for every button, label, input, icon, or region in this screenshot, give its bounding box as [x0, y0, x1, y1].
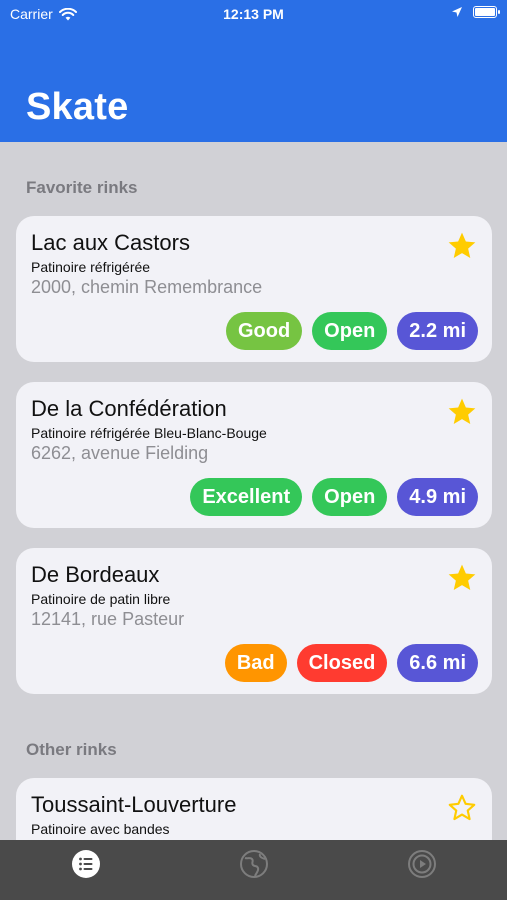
rink-badges: Excellent Open 4.9 mi [190, 478, 478, 516]
page-title: Skate [26, 86, 129, 128]
status-right [451, 6, 500, 18]
rink-type: Patinoire de patin libre [31, 591, 171, 607]
rink-name: De la Confédération [31, 396, 227, 421]
location-arrow-icon [452, 7, 462, 17]
distance-badge: 2.2 mi [397, 312, 478, 350]
status-bar: Carrier 12:13 PM [0, 0, 507, 30]
rink-type: Patinoire avec bandes [31, 821, 170, 837]
star-outline-icon[interactable] [446, 792, 478, 824]
rink-address: 12141, rue Pasteur [31, 609, 185, 629]
rink-card[interactable]: Lac aux Castors Patinoire réfrigérée 200… [16, 216, 492, 362]
rink-name: Lac aux Castors [31, 230, 190, 255]
rink-card[interactable]: De Bordeaux Patinoire de patin libre 121… [16, 548, 492, 694]
rink-name: Toussaint-Louverture [31, 792, 237, 817]
rink-type: Patinoire réfrigérée [31, 259, 151, 275]
rink-card[interactable]: De la Confédération Patinoire réfrigérée… [16, 382, 492, 528]
status-badge: Open [312, 478, 388, 516]
condition-badge: Excellent [190, 478, 303, 516]
star-filled-icon[interactable] [446, 230, 478, 262]
star-filled-icon[interactable] [446, 396, 478, 428]
distance-badge: 4.9 mi [397, 478, 478, 516]
section-title-others: Other rinks [26, 740, 117, 759]
rink-card[interactable]: Toussaint-Louverture Patinoire avec band… [16, 778, 492, 840]
list-icon[interactable] [71, 849, 101, 879]
rink-list[interactable]: Favorite rinks Lac aux Castors Patinoire… [0, 142, 507, 840]
distance-badge: 6.6 mi [397, 644, 478, 682]
status-badge: Open [312, 312, 388, 350]
rink-address: 6262, avenue Fielding [31, 443, 209, 463]
rink-address: 2000, chemin Remembrance [31, 277, 263, 297]
section-title-favorites: Favorite rinks [26, 178, 138, 197]
status-time: 12:13 PM [223, 6, 284, 22]
star-filled-icon[interactable] [446, 562, 478, 594]
battery-icon [473, 6, 500, 18]
condition-badge: Good [225, 312, 303, 350]
condition-badge: Bad [224, 644, 287, 682]
navigation-header: Carrier 12:13 PM Skate [0, 0, 507, 142]
map-globe-icon[interactable] [239, 849, 269, 879]
rink-type: Patinoire réfrigérée Bleu-Blanc-Bouge [31, 425, 267, 441]
rink-badges: Good Open 2.2 mi [225, 312, 478, 350]
status-badge: Closed [296, 644, 388, 682]
tab-bar [0, 840, 507, 900]
play-circle-icon[interactable] [407, 849, 437, 879]
rink-name: De Bordeaux [31, 562, 160, 587]
rink-badges: Bad Closed 6.6 mi [224, 644, 478, 682]
